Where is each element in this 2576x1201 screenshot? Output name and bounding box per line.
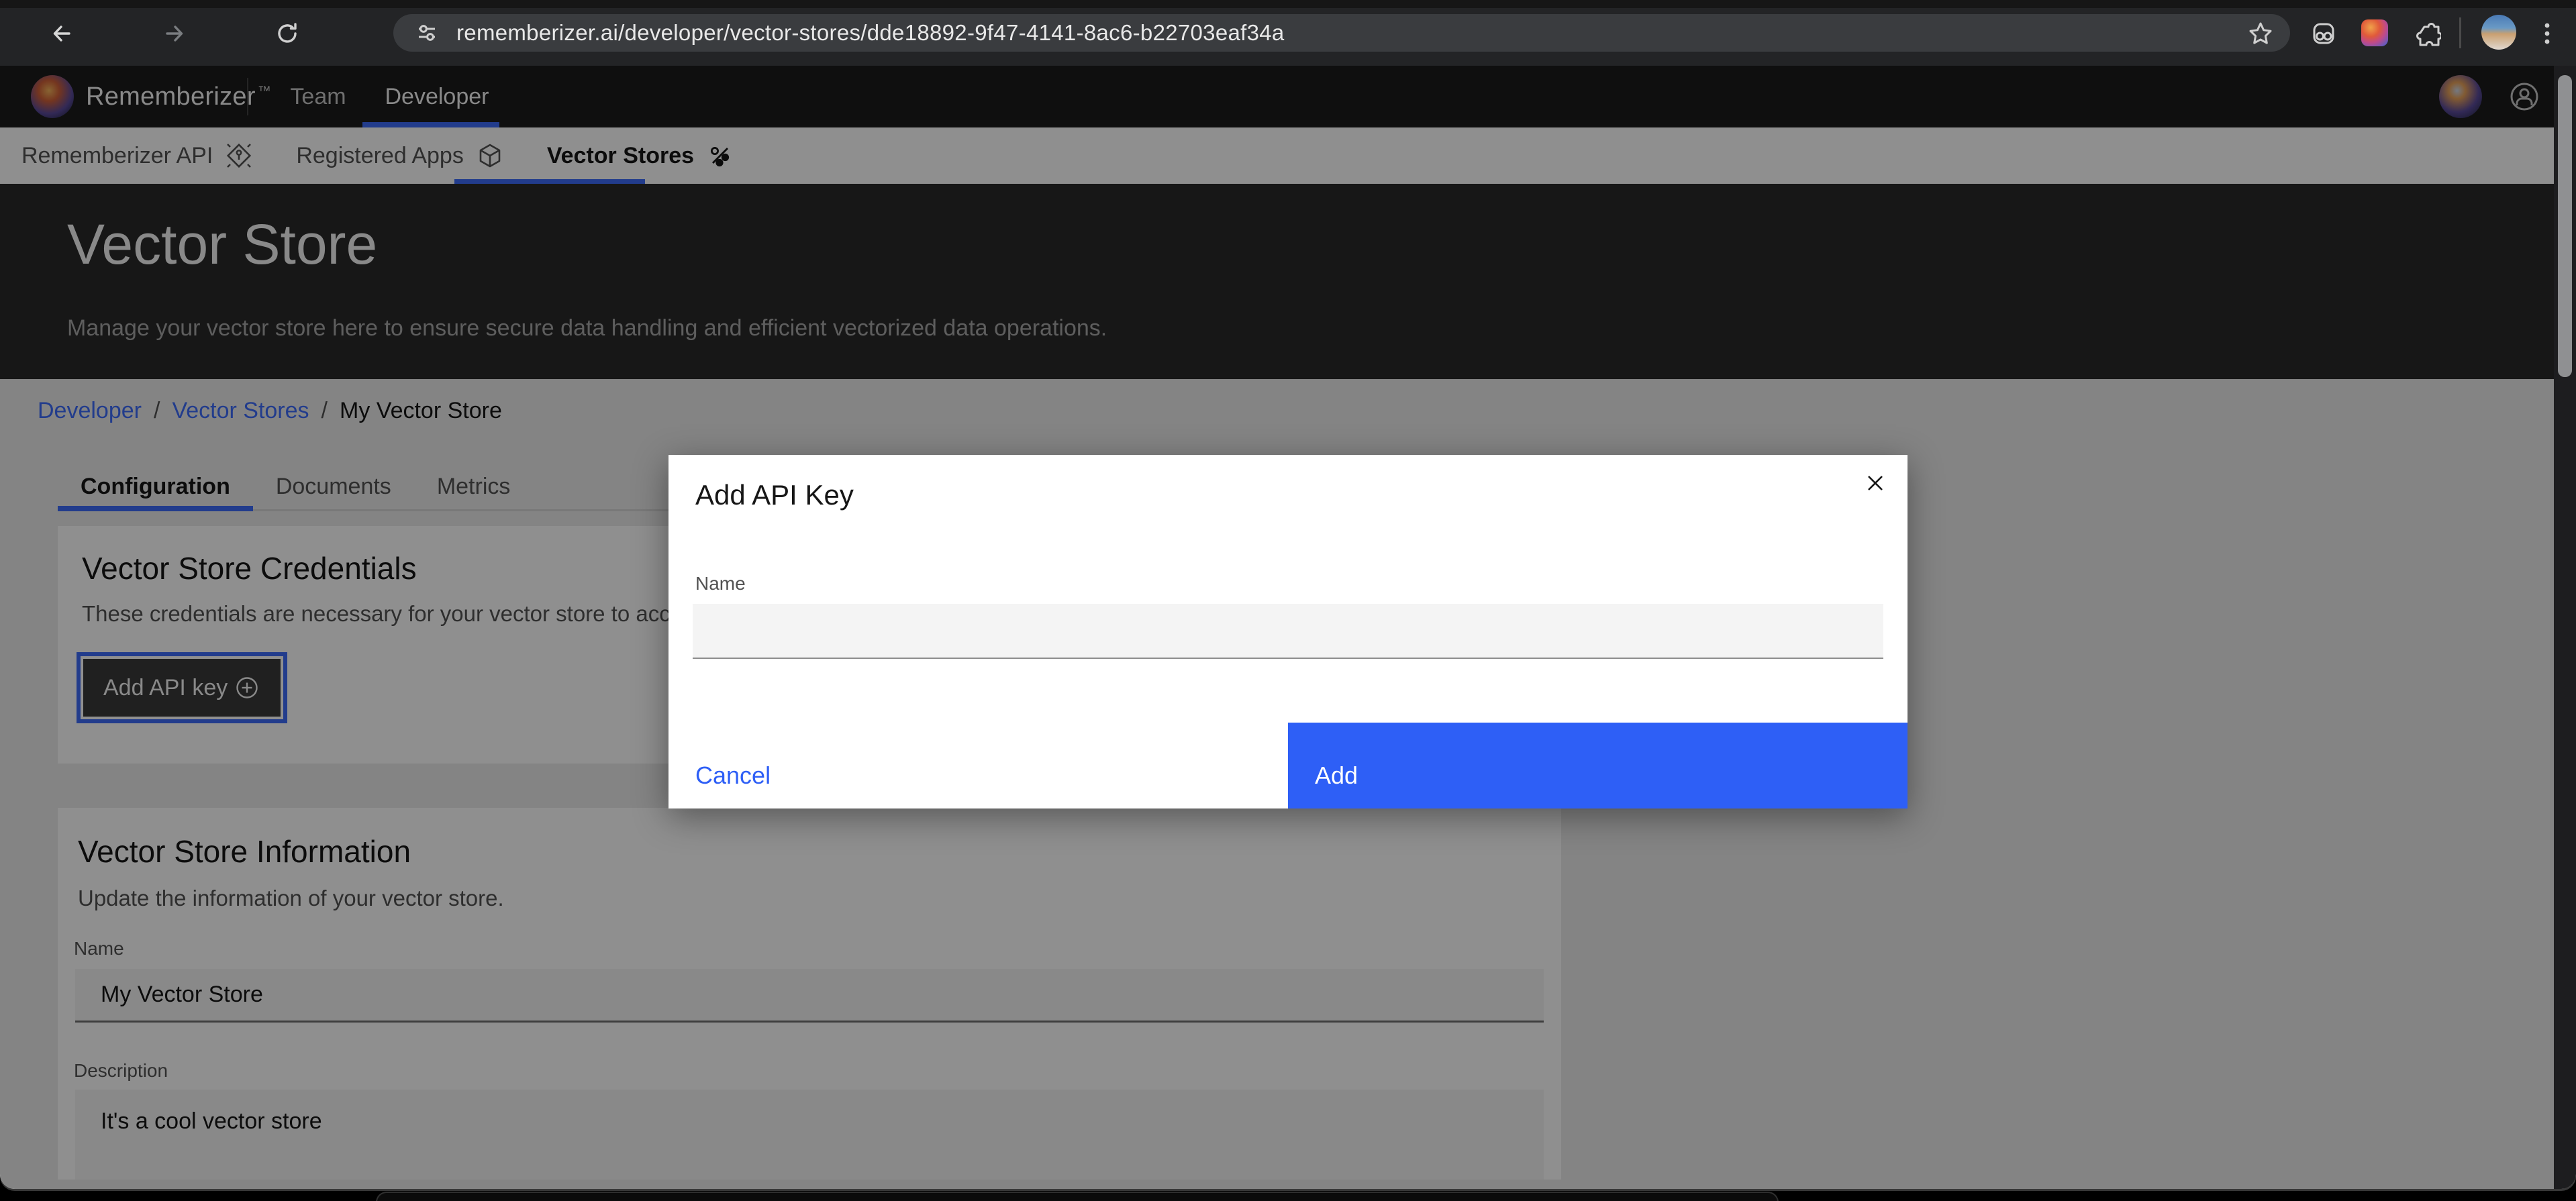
- forward-icon[interactable]: [160, 19, 189, 48]
- toolbar-divider: [2459, 17, 2461, 48]
- modal-title: Add API Key: [695, 479, 854, 511]
- desktop-screen: rememberizer.ai/developer/vector-stores/…: [0, 0, 2576, 1201]
- dock-hint: [376, 1192, 1779, 1201]
- add-button[interactable]: Add: [1288, 723, 1908, 808]
- cancel-button[interactable]: Cancel: [668, 723, 1288, 808]
- tune-icon[interactable]: [413, 19, 440, 46]
- browser-toolbar: rememberizer.ai/developer/vector-stores/…: [0, 0, 2576, 66]
- url-text: rememberizer.ai/developer/vector-stores/…: [456, 20, 1285, 46]
- close-icon: [1864, 472, 1887, 494]
- close-button[interactable]: [1856, 464, 1894, 502]
- tab-groups-icon[interactable]: [2309, 19, 2338, 48]
- browser-top-strip: [0, 0, 2576, 8]
- browser-profile-avatar[interactable]: [2481, 15, 2516, 50]
- modal-name-label: Name: [695, 573, 746, 594]
- scrollbar-thumb[interactable]: [2558, 75, 2572, 377]
- modal-name-input[interactable]: [693, 604, 1883, 659]
- page-scrollbar[interactable]: [2554, 66, 2576, 1189]
- modal-footer: Cancel Add: [668, 723, 1908, 808]
- kebab-icon[interactable]: [2538, 19, 2557, 48]
- add-api-key-modal: Add API Key Name Cancel Add: [668, 455, 1908, 808]
- browser-window: rememberizer.ai/developer/vector-stores/…: [0, 0, 2576, 1189]
- url-bar[interactable]: rememberizer.ai/developer/vector-stores/…: [393, 14, 2290, 52]
- bookmark-star-icon[interactable]: [2246, 19, 2275, 48]
- extension-avatar-icon[interactable]: [2361, 19, 2388, 46]
- back-icon[interactable]: [47, 19, 77, 48]
- puzzle-icon[interactable]: [2412, 19, 2441, 48]
- reload-icon[interactable]: [273, 19, 302, 48]
